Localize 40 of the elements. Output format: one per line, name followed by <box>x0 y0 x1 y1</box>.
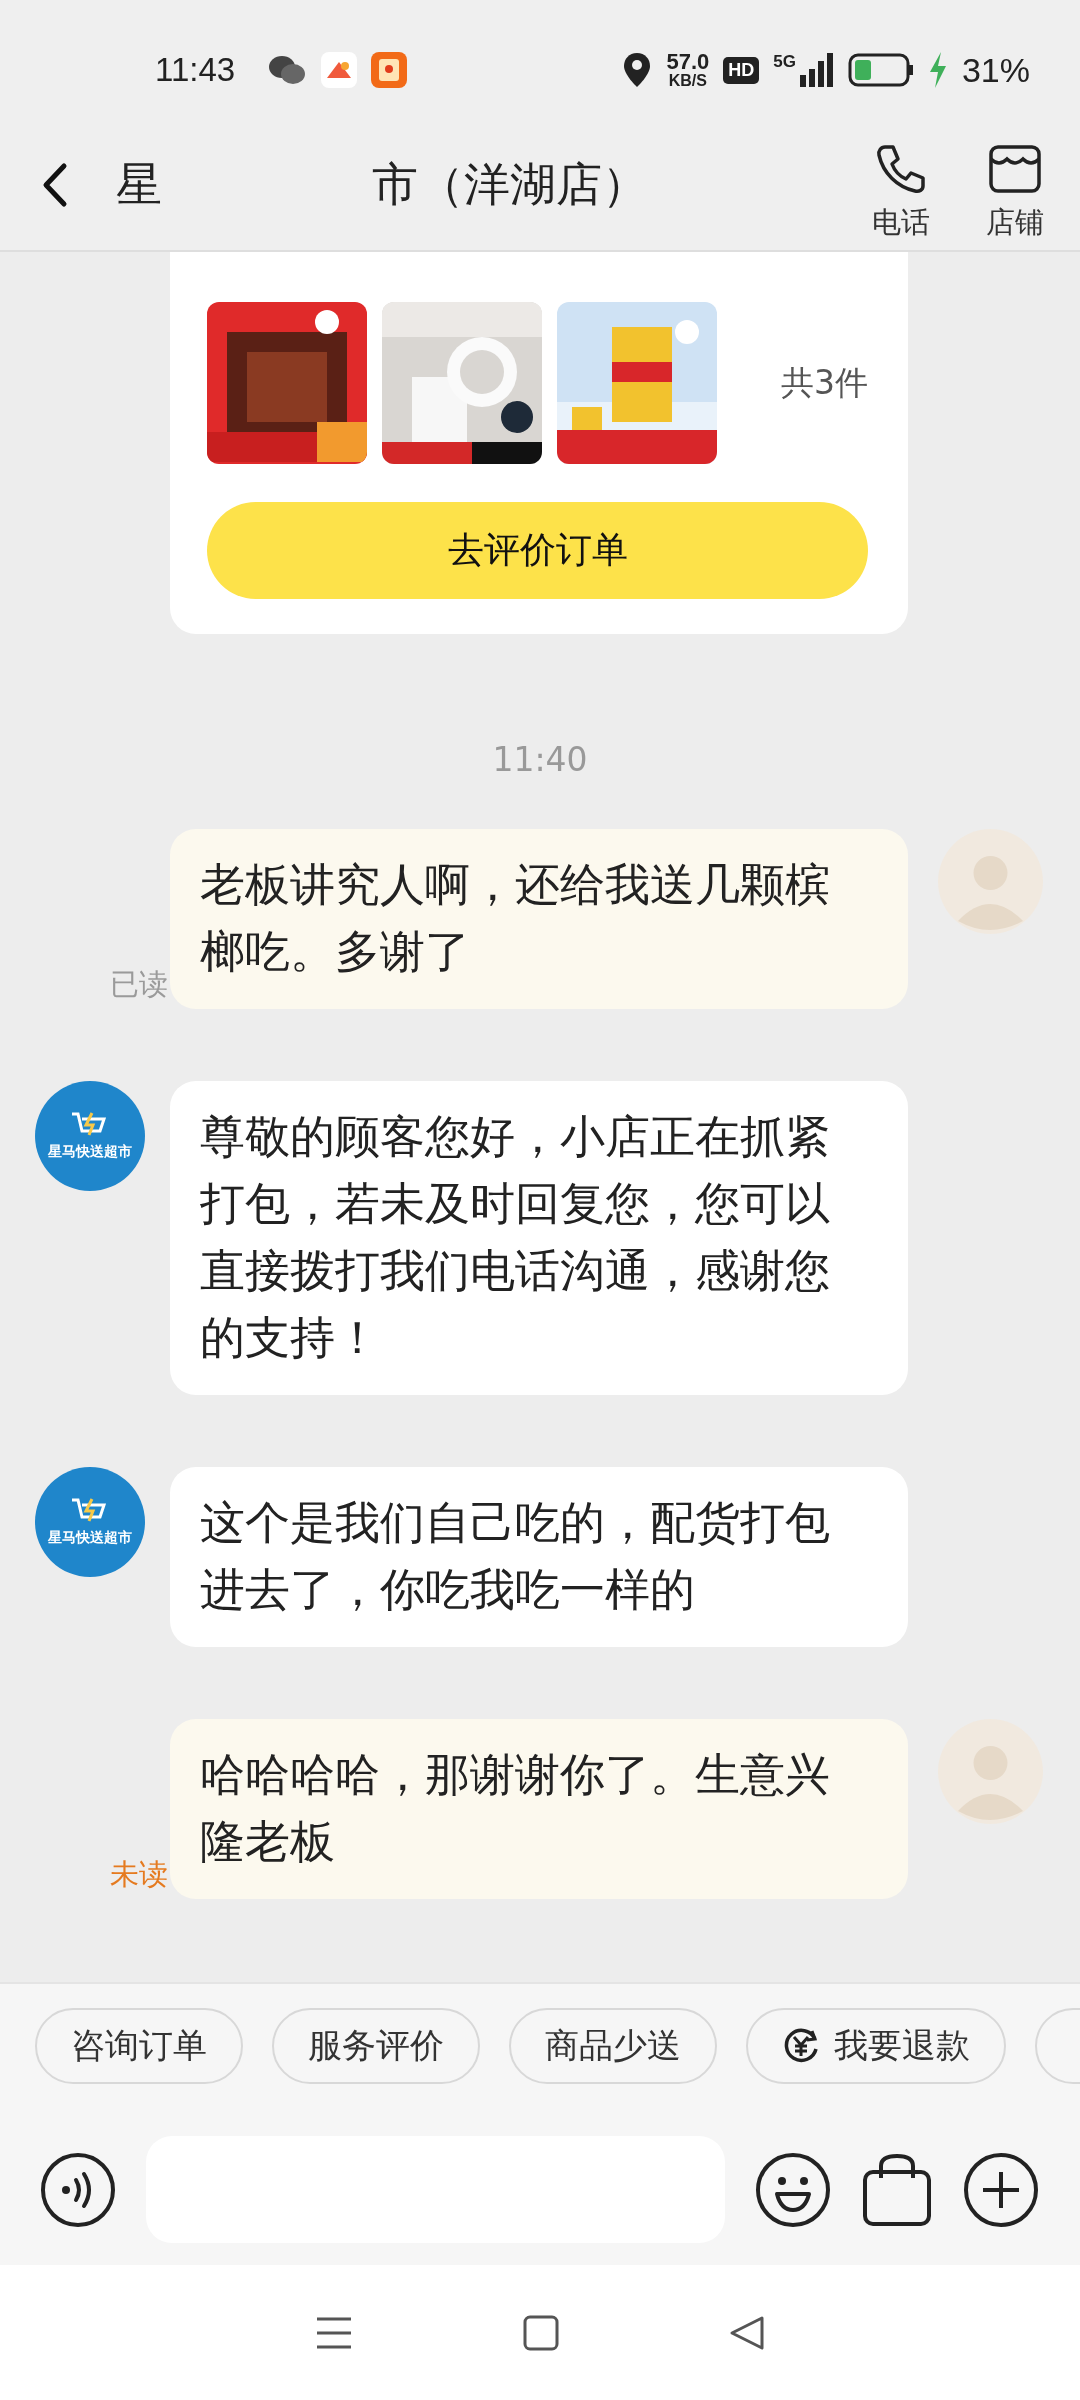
back-nav-icon[interactable] <box>729 2314 765 2351</box>
add-icon[interactable] <box>963 2151 1039 2228</box>
store-avatar[interactable]: 星马快送超市 <box>35 1467 145 1577</box>
message-bubble: 哈哈哈哈，那谢谢你了。生意兴隆老板 <box>170 1719 908 1899</box>
battery-icon <box>847 53 914 87</box>
shopping-bag-icon[interactable] <box>861 2151 933 2228</box>
status-time: 11:43 <box>155 51 236 89</box>
message-bubble: 这个是我们自己吃的，配货打包进去了，你吃我吃一样的 <box>170 1467 908 1647</box>
quick-reply-chip[interactable]: 我要退款 <box>746 2008 1006 2084</box>
item-count: 共3件 <box>781 361 868 404</box>
yen-refund-icon <box>782 2027 820 2065</box>
store-title: 星 <box>116 156 162 213</box>
quick-reply-chip[interactable]: 服务评价 <box>272 2008 480 2084</box>
message-bubble: 老板讲究人啊，还给我送几颗槟榔吃。多谢了 <box>170 829 908 1009</box>
message-time: 11:40 <box>491 740 589 779</box>
review-order-button[interactable]: 去评价订单 <box>207 502 868 599</box>
location-icon <box>622 51 653 89</box>
hd-badge: HD <box>723 56 760 84</box>
charging-icon <box>927 52 948 88</box>
emoji-icon[interactable] <box>755 2151 831 2228</box>
quick-reply-chip[interactable]: 商品少送 <box>509 2008 717 2084</box>
network-type: 5G <box>773 52 796 72</box>
voice-icon[interactable] <box>40 2151 116 2228</box>
read-status: 未读 <box>110 1856 168 1893</box>
menu-icon[interactable] <box>315 2315 353 2350</box>
message-bubble: 尊敬的顾客您好，小店正在抓紧打包，若未及时回复您，您可以直接拨打我们电话沟通，感谢您的支持！ <box>170 1081 908 1395</box>
network-speed: 57.0 <box>666 51 710 73</box>
read-status: 已读 <box>110 966 168 1003</box>
store-title: 市（洋湖店） <box>372 156 648 213</box>
quick-reply-chip[interactable]: 咨询订单 <box>35 2008 243 2084</box>
store-button[interactable]: 店铺 <box>986 141 1044 243</box>
battery-percent: 31% <box>961 50 1030 90</box>
signal-icon <box>799 53 834 87</box>
store-avatar[interactable]: 星马快送超市 <box>35 1081 145 1191</box>
network-speed-unit: KB/S <box>668 73 707 89</box>
envelope-icon <box>371 52 408 88</box>
home-icon[interactable] <box>523 2314 559 2351</box>
back-icon[interactable] <box>42 162 68 208</box>
phone-button[interactable]: 电话 <box>872 141 930 243</box>
app-icon <box>321 52 358 88</box>
